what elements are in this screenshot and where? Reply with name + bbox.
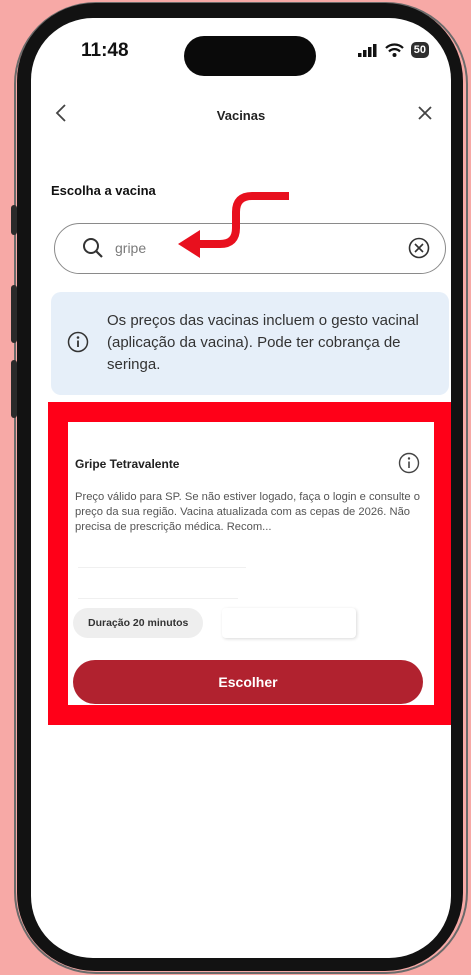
search-label: Escolha a vacina xyxy=(51,183,156,198)
vaccine-description: Preço válido para SP. Se não estiver log… xyxy=(75,491,420,533)
side-button-volume-up xyxy=(11,285,17,343)
vaccine-title: Gripe Tetravalente xyxy=(75,457,180,471)
signal-icon xyxy=(357,44,377,57)
search-value: gripe xyxy=(115,240,147,256)
phone-screen: 11:48 50 Vacinas Escolha a vacina gripe … xyxy=(31,18,451,958)
page-title: Vacinas xyxy=(216,108,266,123)
battery-indicator: 50 xyxy=(410,42,429,58)
side-button-volume-down xyxy=(11,360,17,418)
vaccine-info-icon[interactable] xyxy=(398,452,420,479)
info-icon xyxy=(67,331,89,358)
search-icon xyxy=(81,236,105,265)
side-button-action xyxy=(11,205,17,235)
status-time: 11:48 xyxy=(81,40,129,61)
close-icon xyxy=(418,106,432,120)
choose-button[interactable]: Escolher xyxy=(73,660,423,704)
placeholder-line xyxy=(78,598,238,599)
annotation-arrow-icon xyxy=(178,192,289,258)
clear-search-icon[interactable] xyxy=(407,236,431,265)
placeholder-line xyxy=(78,567,246,568)
close-button[interactable] xyxy=(417,100,433,128)
price-notice: Os preços das vacinas incluem o gesto va… xyxy=(51,292,449,395)
vaccine-card[interactable]: Gripe Tetravalente Preço válido para SP.… xyxy=(68,422,434,705)
placeholder-chip xyxy=(222,608,356,638)
price-notice-text: Os preços das vacinas incluem o gesto va… xyxy=(107,312,419,373)
dynamic-island xyxy=(184,36,316,76)
status-icons: 50 xyxy=(357,42,429,58)
wifi-icon xyxy=(384,43,404,57)
duration-chip: Duração 20 minutos xyxy=(73,608,204,638)
